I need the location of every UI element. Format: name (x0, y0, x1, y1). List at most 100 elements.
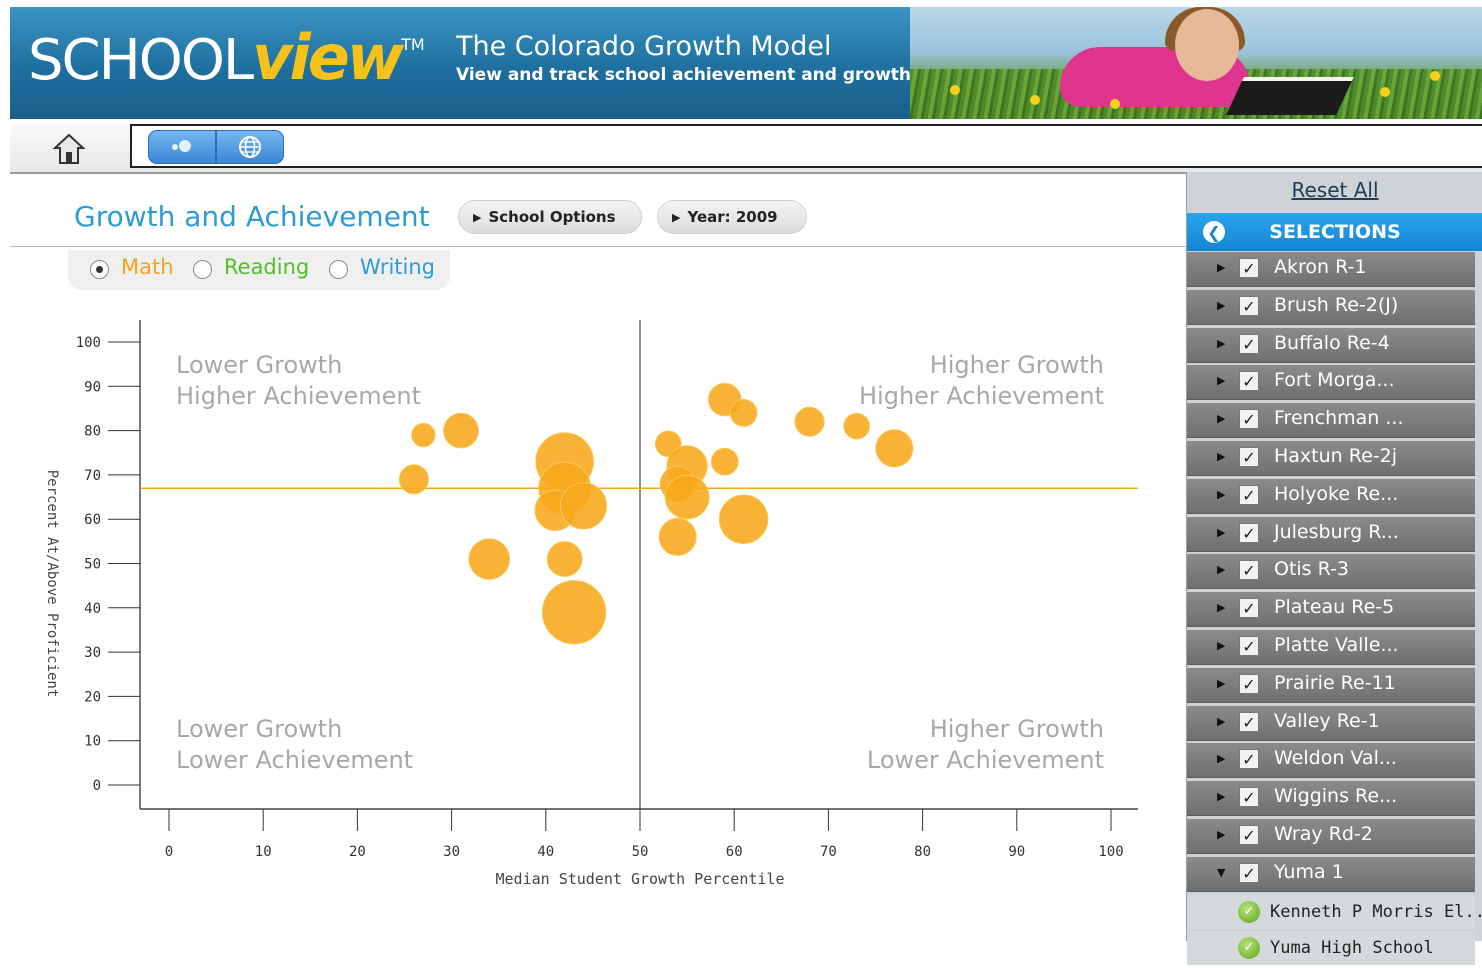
x-tick-label: 40 (537, 844, 554, 860)
school-bubble (546, 541, 583, 577)
play-arrow-icon: ▶ (473, 210, 482, 224)
y-tick-label: 50 (84, 557, 101, 573)
quadrant-label: Lower Achievement (176, 746, 413, 774)
district-checkbox[interactable]: ✓ (1239, 862, 1259, 883)
x-tick-label: 60 (726, 844, 743, 860)
district-list: ▶ ✓ Akron R-1 ▶ ✓ Brush Re-2(J) ▶ ✓ Buffalo Re-4… (1187, 252, 1482, 968)
expand-right-icon[interactable]: ▶ (1217, 337, 1225, 350)
expand-right-icon[interactable]: ▶ (1217, 412, 1225, 425)
district-name: Haxtun Re-2j (1274, 444, 1398, 467)
expand-right-icon[interactable]: ▶ (1217, 299, 1225, 312)
expand-right-icon[interactable]: ▶ (1217, 601, 1225, 614)
bubble-chart-icon[interactable] (148, 130, 216, 164)
school-bubble (843, 412, 870, 440)
school-bubble (559, 482, 608, 530)
district-checkbox[interactable]: ✓ (1239, 409, 1259, 430)
district-checkbox[interactable]: ✓ (1239, 371, 1259, 392)
school-bubble (875, 429, 914, 468)
expand-right-icon[interactable]: ▶ (1217, 639, 1225, 652)
district-checkbox[interactable]: ✓ (1239, 635, 1259, 656)
expand-right-icon[interactable]: ▶ (1217, 526, 1225, 539)
district-name: Akron R-1 (1274, 256, 1367, 278)
district-item[interactable]: ▶ ✓ Weldon Val... (1187, 743, 1475, 779)
quadrant-label: Lower Growth (176, 715, 342, 743)
y-tick-label: 90 (84, 379, 101, 395)
district-item[interactable]: ▶ ✓ Frenchman ... (1187, 403, 1475, 439)
reading-label[interactable]: Reading (224, 255, 309, 279)
y-tick-label: 100 (76, 335, 101, 351)
district-item[interactable]: ▶ ✓ Platte Valle... (1187, 629, 1475, 665)
district-checkbox[interactable]: ✓ (1239, 787, 1259, 808)
district-checkbox[interactable]: ✓ (1239, 673, 1259, 694)
district-name: Weldon Val... (1274, 747, 1397, 770)
district-checkbox[interactable]: ✓ (1239, 824, 1259, 845)
district-checkbox[interactable]: ✓ (1239, 522, 1259, 543)
school-item[interactable]: ✓ Yuma High School (1187, 931, 1475, 966)
expand-right-icon[interactable]: ▶ (1217, 488, 1225, 501)
view-switcher-panel (130, 124, 1482, 168)
expand-right-icon[interactable]: ▶ (1217, 790, 1225, 803)
district-item[interactable]: ▶ ✓ Wray Rd-2 (1187, 818, 1475, 854)
y-tick-label: 30 (84, 645, 101, 661)
school-bubble (411, 422, 436, 448)
school-options-button[interactable]: ▶ School Options (458, 200, 642, 234)
school-bubble (468, 538, 511, 580)
district-item[interactable]: ▶ ✓ Plateau Re-5 (1187, 592, 1475, 628)
district-name: Wiggins Re... (1274, 785, 1398, 808)
expand-right-icon[interactable]: ▶ (1217, 261, 1225, 274)
expand-right-icon[interactable]: ▶ (1217, 677, 1225, 690)
district-item[interactable]: ▶ ✓ Fort Morga... (1187, 365, 1475, 401)
x-tick-label: 100 (1098, 844, 1123, 860)
district-item[interactable]: ▶ ✓ Valley Re-1 (1187, 705, 1475, 741)
district-item[interactable]: ▶ ✓ Holyoke Re... (1187, 478, 1475, 514)
expand-right-icon[interactable]: ▶ (1217, 752, 1225, 765)
district-checkbox[interactable]: ✓ (1239, 749, 1259, 770)
reset-all-link[interactable]: Reset All (1187, 178, 1482, 202)
district-checkbox[interactable]: ✓ (1239, 446, 1259, 467)
expand-right-icon[interactable]: ▶ (1217, 715, 1225, 728)
district-name: Buffalo Re-4 (1274, 331, 1390, 354)
district-checkbox[interactable]: ✓ (1239, 333, 1259, 354)
district-item[interactable]: ▶ ✓ Wiggins Re... (1187, 781, 1475, 817)
district-checkbox[interactable]: ✓ (1239, 295, 1259, 316)
school-item[interactable]: ✓ Kenneth P Morris El... (1187, 894, 1482, 929)
expand-right-icon[interactable]: ▶ (1217, 828, 1225, 841)
expand-right-icon[interactable]: ▶ (1217, 374, 1225, 387)
writing-label[interactable]: Writing (360, 255, 435, 279)
district-checkbox[interactable]: ✓ (1239, 484, 1259, 505)
expand-down-icon[interactable]: ▼ (1217, 866, 1225, 879)
banner-photo (910, 7, 1482, 119)
math-label[interactable]: Math (121, 255, 174, 279)
expand-right-icon[interactable]: ▶ (1217, 450, 1225, 463)
district-checkbox[interactable]: ✓ (1239, 560, 1259, 581)
math-radio[interactable] (90, 260, 109, 279)
school-bubble (658, 517, 697, 556)
schoolview-logo: SCHOOLviewTM (28, 21, 425, 94)
district-name: Brush Re-2(J) (1274, 293, 1399, 316)
back-arrow-icon[interactable]: ❮ (1203, 221, 1225, 243)
district-name: Julesburg R... (1274, 520, 1399, 543)
home-icon[interactable] (52, 132, 86, 166)
expand-right-icon[interactable]: ▶ (1217, 563, 1225, 576)
year-selector-button[interactable]: ▶ Year: 2009 (657, 200, 807, 234)
district-checkbox[interactable]: ✓ (1239, 258, 1259, 278)
district-name: Frenchman ... (1274, 407, 1404, 430)
district-name: Yuma 1 (1274, 860, 1344, 883)
district-item[interactable]: ▶ ✓ Otis R-3 (1187, 554, 1475, 590)
writing-radio[interactable] (329, 260, 348, 279)
district-item[interactable]: ▶ ✓ Akron R-1 (1187, 252, 1475, 287)
district-item[interactable]: ▼ ✓ Yuma 1 (1187, 856, 1475, 892)
district-name: Wray Rd-2 (1274, 822, 1373, 845)
district-item[interactable]: ▶ ✓ Buffalo Re-4 (1187, 327, 1475, 363)
reading-radio[interactable] (193, 260, 212, 279)
district-item[interactable]: ▶ ✓ Julesburg R... (1187, 516, 1475, 552)
quadrant-label: Higher Achievement (859, 382, 1104, 410)
district-item[interactable]: ▶ ✓ Brush Re-2(J) (1187, 289, 1475, 325)
district-checkbox[interactable]: ✓ (1239, 598, 1259, 619)
globe-icon[interactable] (216, 130, 284, 164)
district-item[interactable]: ▶ ✓ Haxtun Re-2j (1187, 440, 1475, 476)
school-bubble (794, 406, 825, 437)
district-item[interactable]: ▶ ✓ Prairie Re-11 (1187, 667, 1475, 703)
schoolview-banner: SCHOOLviewTM The Colorado Growth Model V… (10, 7, 1482, 119)
district-checkbox[interactable]: ✓ (1239, 711, 1259, 732)
